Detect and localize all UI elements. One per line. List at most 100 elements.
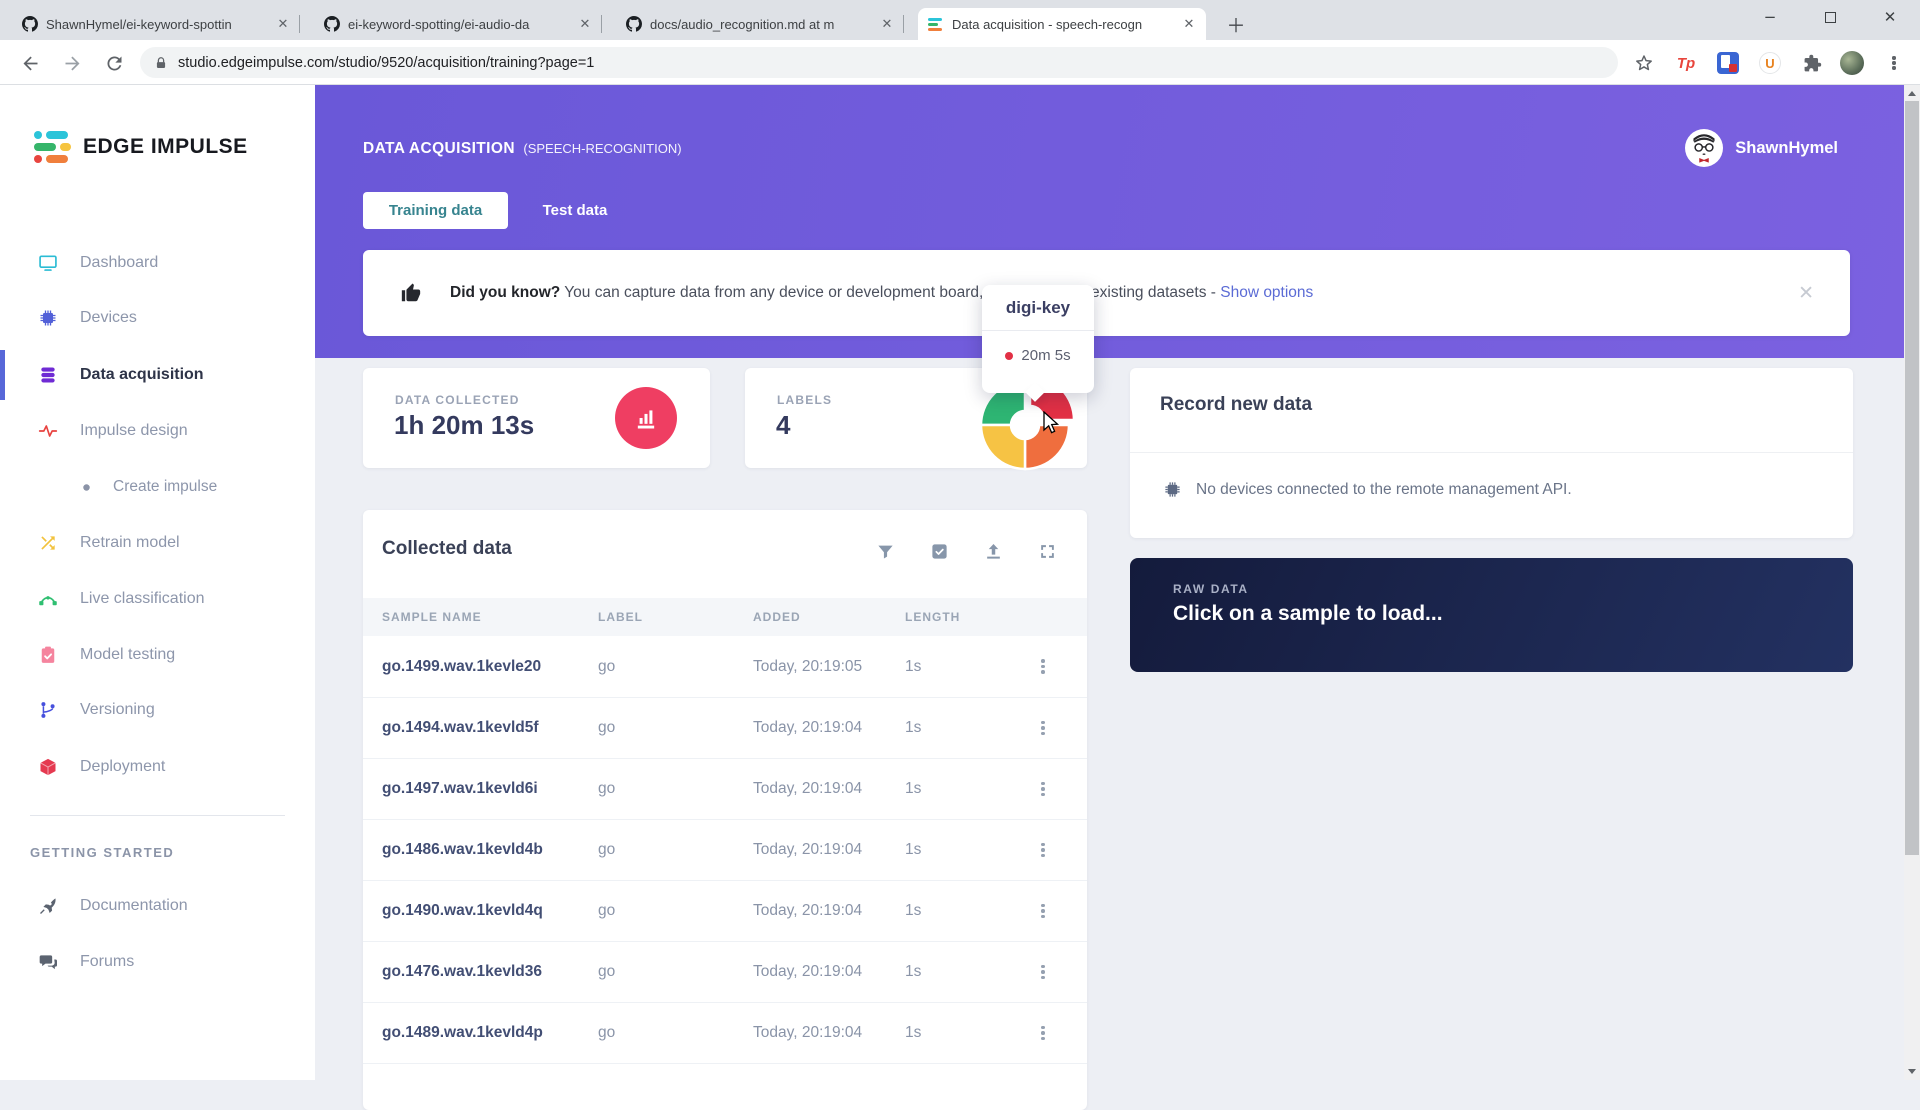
sidebar-item-label: Model testing	[80, 646, 175, 664]
user-menu[interactable]: ShawnHymel	[1685, 129, 1838, 167]
table-row[interactable]: go.1490.wav.1kevld4qgo Today, 20:19:041s	[363, 880, 1087, 941]
table-row[interactable]: go.1494.wav.1kevld5fgo Today, 20:19:041s	[363, 697, 1087, 758]
sidebar-item-label: Forums	[80, 953, 134, 971]
show-options-link[interactable]: Show options	[1220, 284, 1313, 301]
sidebar-item-versioning[interactable]: Versioning	[0, 682, 315, 738]
sidebar-item-deployment[interactable]: Deployment	[0, 739, 315, 795]
tab-strip: ShawnHymel/ei-keyword-spottin ✕ ei-keywo…	[0, 0, 1920, 40]
page-title-text: DATA ACQUISITION	[363, 140, 515, 157]
banner-prefix: Did you know?	[450, 284, 560, 301]
browser-profile-avatar[interactable]	[1838, 49, 1866, 77]
collected-data-card: Collected data SAMPLE NAME LABEL ADDED L…	[363, 510, 1087, 1110]
sidebar-item-dashboard[interactable]: Dashboard	[0, 235, 315, 291]
tooltip-dot	[1005, 352, 1013, 360]
extension-u-icon[interactable]: U	[1756, 49, 1784, 77]
row-menu-icon[interactable]	[1033, 841, 1053, 859]
banner-text: Did you know? You can capture data from …	[450, 284, 1313, 302]
data-collected-value: 1h 20m 13s	[394, 410, 534, 441]
forward-button[interactable]	[56, 47, 88, 79]
sidebar-item-retrain-model[interactable]: Retrain model	[0, 515, 315, 571]
table-row[interactable]: go.1499.wav.1kevle20go Today, 20:19:051s	[363, 636, 1087, 697]
chart-tooltip: digi-key 20m 5s	[982, 285, 1094, 393]
tab-training-data[interactable]: Training data	[363, 192, 508, 229]
window-controls: − ✕	[1740, 0, 1920, 40]
tab-separator	[903, 15, 904, 33]
extension-tp-icon[interactable]: Tp	[1672, 49, 1700, 77]
sidebar-item-live-classification[interactable]: Live classification	[0, 571, 315, 627]
username: ShawnHymel	[1735, 139, 1838, 158]
minimize-button[interactable]: −	[1740, 0, 1800, 34]
sidebar-item-data-acquisition[interactable]: Data acquisition	[0, 347, 315, 403]
browser-menu-icon[interactable]	[1880, 49, 1908, 77]
cube-icon	[38, 757, 58, 777]
browser-tab-2[interactable]: ei-keyword-spotting/ei-audio-da ✕	[314, 8, 602, 40]
no-devices-text: No devices connected to the remote manag…	[1196, 481, 1572, 499]
new-tab-button[interactable]: ＋	[1222, 10, 1250, 38]
browser-tab-active[interactable]: Data acquisition - speech-recogn ✕	[918, 8, 1206, 40]
sidebar-item-label: Dashboard	[80, 254, 158, 272]
extensions-puzzle-icon[interactable]	[1798, 49, 1826, 77]
column-added: ADDED	[753, 610, 801, 624]
tab-title: docs/audio_recognition.md at m	[650, 17, 870, 32]
sidebar-item-create-impulse[interactable]: Create impulse	[0, 459, 315, 515]
filter-icon[interactable]	[876, 542, 895, 561]
tab-close-icon[interactable]: ✕	[878, 15, 896, 33]
address-bar[interactable]	[140, 47, 1618, 78]
chat-icon	[38, 952, 58, 972]
row-menu-icon[interactable]	[1033, 1024, 1053, 1042]
row-menu-icon[interactable]	[1033, 780, 1053, 798]
sidebar-item-label: Data acquisition	[80, 366, 204, 384]
bookmark-star-icon[interactable]	[1630, 49, 1658, 77]
scrollbar-up-arrow[interactable]	[1908, 91, 1916, 96]
page-subtitle-text: (SPEECH-RECOGNITION)	[523, 141, 681, 156]
sidebar-item-impulse-design[interactable]: Impulse design	[0, 403, 315, 459]
sidebar-item-forums[interactable]: Forums	[0, 934, 315, 990]
clipboard-check-icon	[38, 645, 58, 665]
tab-test-data[interactable]: Test data	[530, 192, 620, 229]
edge-impulse-logo-icon	[34, 131, 71, 163]
maximize-button[interactable]	[1800, 0, 1860, 34]
collected-data-toolbar	[876, 542, 1057, 561]
sidebar-item-model-testing[interactable]: Model testing	[0, 627, 315, 683]
table-row[interactable]: go.1489.wav.1kevld4pgo Today, 20:19:041s	[363, 1002, 1087, 1063]
sidebar-item-documentation[interactable]: Documentation	[0, 878, 315, 934]
data-collected-card: DATA COLLECTED 1h 20m 13s	[363, 368, 710, 468]
row-menu-icon[interactable]	[1033, 963, 1053, 981]
sidebar-item-devices[interactable]: Devices	[0, 290, 315, 346]
table-row-partial[interactable]	[363, 1063, 1087, 1110]
upload-icon[interactable]	[984, 542, 1003, 561]
chip-icon	[38, 308, 58, 328]
browser-tab-1[interactable]: ShawnHymel/ei-keyword-spottin ✕	[12, 8, 300, 40]
tab-close-icon[interactable]: ✕	[274, 15, 292, 33]
tab-close-icon[interactable]: ✕	[576, 15, 594, 33]
banner-close-icon[interactable]: ✕	[1798, 282, 1814, 304]
scrollbar-thumb[interactable]	[1905, 101, 1919, 855]
page-scrollbar[interactable]	[1904, 85, 1920, 1080]
table-row[interactable]: go.1497.wav.1kevld6igo Today, 20:19:041s	[363, 758, 1087, 819]
row-menu-icon[interactable]	[1033, 902, 1053, 920]
table-row[interactable]: go.1476.wav.1kevld36go Today, 20:19:041s	[363, 941, 1087, 1002]
tab-separator	[601, 15, 602, 33]
tooltip-title: digi-key	[982, 298, 1094, 318]
edge-impulse-logo[interactable]: EDGE IMPULSE	[34, 131, 248, 163]
close-button[interactable]: ✕	[1860, 0, 1920, 34]
sidebar-item-label: Retrain model	[80, 534, 180, 552]
row-menu-icon[interactable]	[1033, 719, 1053, 737]
scrollbar-down-arrow[interactable]	[1908, 1069, 1916, 1074]
back-button[interactable]	[14, 47, 46, 79]
extension-shield-icon[interactable]	[1714, 49, 1742, 77]
sidebar-item-label: Impulse design	[80, 422, 188, 440]
labels-label: LABELS	[777, 393, 832, 407]
browser-tab-3[interactable]: docs/audio_recognition.md at m ✕	[616, 8, 904, 40]
reload-button[interactable]	[98, 47, 130, 79]
url-input[interactable]	[178, 55, 1604, 71]
column-sample-name: SAMPLE NAME	[382, 610, 482, 624]
tab-close-icon[interactable]: ✕	[1180, 15, 1198, 33]
column-length: LENGTH	[905, 610, 960, 624]
expand-icon[interactable]	[1038, 542, 1057, 561]
tab-label: Training data	[389, 202, 482, 219]
sidebar-item-label: Versioning	[80, 701, 155, 719]
row-menu-icon[interactable]	[1033, 658, 1053, 676]
table-row[interactable]: go.1486.wav.1kevld4bgo Today, 20:19:041s	[363, 819, 1087, 880]
select-checkbox-icon[interactable]	[930, 542, 949, 561]
